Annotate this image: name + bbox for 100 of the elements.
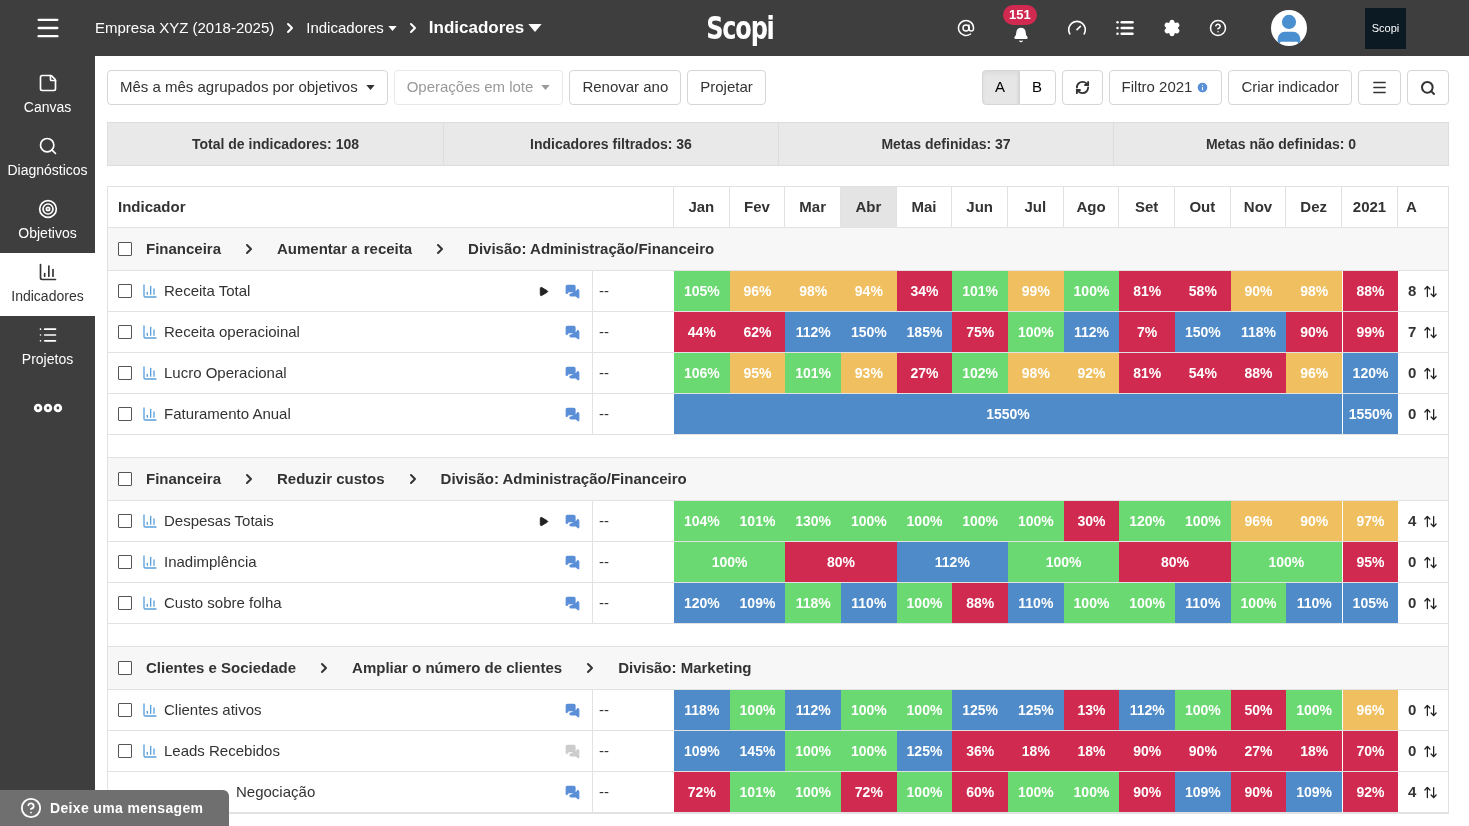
result-cell: 90% <box>1119 731 1175 771</box>
sort-arrow-icon[interactable] <box>1423 406 1438 422</box>
group-checkbox[interactable] <box>118 472 132 486</box>
row-checkbox[interactable] <box>118 514 132 528</box>
sidebar-item[interactable]: Projetos <box>0 316 95 379</box>
month-header[interactable]: Dez <box>1286 187 1342 227</box>
settings-icon[interactable] <box>1163 19 1181 37</box>
bell-icon[interactable] <box>1013 27 1029 43</box>
comments-icon[interactable] <box>565 595 580 611</box>
indicator-name[interactable]: Faturamento Anual <box>164 402 291 426</box>
sort-arrow-icon[interactable] <box>1423 283 1438 299</box>
row-checkbox[interactable] <box>118 366 132 380</box>
row-checkbox[interactable] <box>118 596 132 610</box>
sidebar-item[interactable]: Diagnósticos <box>0 127 95 190</box>
variant-toggle[interactable]: A <box>981 70 1019 105</box>
caret-icon <box>541 85 551 90</box>
result-cell: 100% <box>896 501 953 541</box>
caret-icon <box>365 85 375 90</box>
comments-icon[interactable] <box>565 702 580 718</box>
row-checkbox[interactable] <box>118 284 132 298</box>
breadcrumb-link[interactable]: Indicadores <box>428 15 543 41</box>
result-cell: 58% <box>1175 271 1231 311</box>
menu-button[interactable] <box>1358 70 1401 105</box>
help-icon <box>20 797 42 819</box>
feedback-widget[interactable]: Deixe uma mensagem <box>0 790 229 826</box>
sidebar-item[interactable]: Objetivos <box>0 190 95 253</box>
comments-icon[interactable] <box>565 283 580 299</box>
sort-arrow-icon[interactable] <box>1423 784 1438 800</box>
sidebar-item[interactable]: Canvas <box>0 64 95 127</box>
comments-icon[interactable] <box>565 554 580 570</box>
result-cell: 101% <box>729 501 786 541</box>
search-button[interactable] <box>1407 70 1449 105</box>
play-icon[interactable] <box>538 285 549 297</box>
search-icon <box>37 136 58 156</box>
month-header[interactable]: Fev <box>729 187 786 227</box>
notification-badge: 151 <box>1003 5 1037 25</box>
month-header[interactable]: Mai <box>896 187 953 227</box>
mention-icon[interactable] <box>957 19 975 37</box>
year-result-cell: 95% <box>1342 542 1398 582</box>
indicator-name[interactable]: Receita operacioinal <box>164 320 300 344</box>
sort-arrow-icon[interactable] <box>1423 702 1438 718</box>
result-cell: 130% <box>785 501 841 541</box>
breadcrumb-link[interactable]: Indicadores <box>306 16 397 40</box>
indicator-name[interactable]: Custo sobre folha <box>164 591 282 615</box>
brand-logo[interactable]: Scopi <box>1365 7 1406 49</box>
avatar[interactable] <box>1271 10 1307 46</box>
comments-icon[interactable] <box>565 513 580 529</box>
sort-arrow-icon[interactable] <box>1423 365 1438 381</box>
sort-arrow-icon[interactable] <box>1423 513 1438 529</box>
group-checkbox[interactable] <box>118 242 132 256</box>
result-cell: 125% <box>1008 690 1064 730</box>
row-checkbox[interactable] <box>118 744 132 758</box>
month-header[interactable]: Out <box>1175 187 1231 227</box>
help-icon[interactable] <box>1209 19 1227 37</box>
indicator-name[interactable]: Receita Total <box>164 279 251 303</box>
sort-arrow-icon[interactable] <box>1423 595 1438 611</box>
month-header[interactable]: Set <box>1119 187 1175 227</box>
list-icon[interactable] <box>1115 18 1135 38</box>
indicator-name[interactable]: Inadimplência <box>164 550 257 574</box>
sort-arrow-icon[interactable] <box>1423 324 1438 340</box>
result-cell: 106% <box>674 353 730 393</box>
refresh-button[interactable] <box>1061 70 1103 105</box>
variant-toggle[interactable]: B <box>1018 70 1056 105</box>
indicator-name[interactable]: Negociação <box>236 780 316 804</box>
indicator-name[interactable]: Clientes ativos <box>164 698 262 722</box>
count-text: 0 <box>1408 403 1417 424</box>
result-cell: 98% <box>1008 353 1064 393</box>
create-indicator-button[interactable]: Criar indicador <box>1228 70 1352 105</box>
list-icon <box>37 325 58 345</box>
month-header[interactable]: Jan <box>674 187 730 227</box>
indicator-name[interactable]: Leads Recebidos <box>164 739 280 763</box>
renew-button[interactable]: Renovar ano <box>569 70 682 105</box>
play-icon[interactable] <box>538 515 549 527</box>
sort-arrow-icon[interactable] <box>1423 554 1438 570</box>
breadcrumb-link[interactable]: Empresa XYZ (2018-2025) <box>95 16 275 40</box>
result-cell: 100% <box>785 731 841 771</box>
comments-icon[interactable] <box>565 324 580 340</box>
month-header[interactable]: Jun <box>952 187 1008 227</box>
view-dropdown[interactable]: Mês a mês agrupados por objetivos <box>107 70 388 105</box>
group-checkbox[interactable] <box>118 661 132 675</box>
gauge-icon[interactable] <box>1067 18 1087 38</box>
month-header[interactable]: Abr <box>841 187 897 227</box>
result-cell: 90% <box>1286 312 1342 352</box>
month-header[interactable]: Jul <box>1008 187 1064 227</box>
indicator-name[interactable]: Lucro Operacional <box>164 361 287 385</box>
project-button[interactable]: Projetar <box>687 70 766 105</box>
sort-arrow-icon[interactable] <box>1423 743 1438 759</box>
row-checkbox[interactable] <box>118 325 132 339</box>
filter-button[interactable]: Filtro 2021 <box>1108 70 1223 105</box>
row-checkbox[interactable] <box>118 703 132 717</box>
comments-icon[interactable] <box>565 365 580 381</box>
comments-icon[interactable] <box>565 784 580 800</box>
row-checkbox[interactable] <box>118 407 132 421</box>
indicator-name[interactable]: Despesas Totais <box>164 509 274 533</box>
sidebar-item[interactable]: Indicadores <box>0 253 95 316</box>
month-header[interactable]: Ago <box>1063 187 1120 227</box>
target-cell-text: -- <box>598 699 610 720</box>
month-header[interactable]: Nov <box>1230 187 1287 227</box>
comments-icon[interactable] <box>565 406 580 422</box>
row-checkbox[interactable] <box>118 555 132 569</box>
